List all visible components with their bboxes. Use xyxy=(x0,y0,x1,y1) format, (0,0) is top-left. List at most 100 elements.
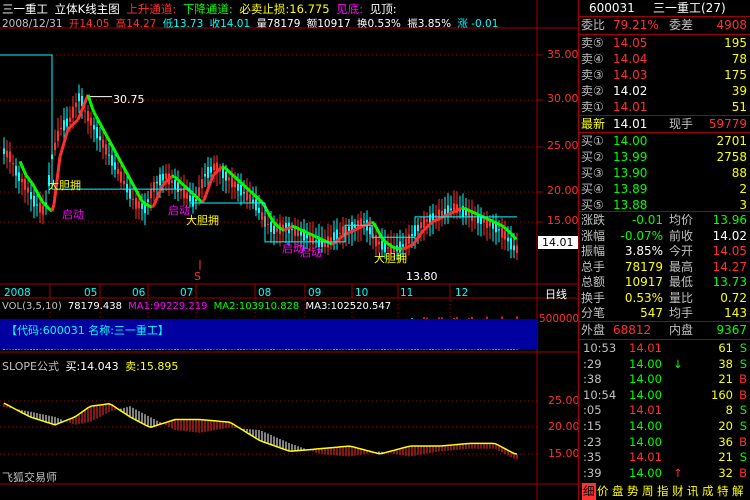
stat-label: 分笔 xyxy=(581,306,606,320)
stat-label: 总额 xyxy=(581,275,606,289)
candle-body xyxy=(129,188,131,199)
tick-price: 14.01 xyxy=(629,450,662,465)
footer-tab[interactable]: 讯 xyxy=(687,483,699,500)
moving-average-segment xyxy=(453,209,457,214)
moving-average-segment xyxy=(321,238,325,242)
watermark: 飞狐交易师 xyxy=(2,471,57,484)
moving-average-segment xyxy=(455,208,459,213)
sell-signal-marker: S xyxy=(194,270,201,283)
stat-row: 分笔 547 均手 143 xyxy=(579,305,750,321)
moving-average-segment xyxy=(487,217,491,222)
candle-body xyxy=(120,171,122,183)
sell-level-row[interactable]: 卖④ 14.04 78 xyxy=(579,51,750,67)
moving-average-segment xyxy=(18,160,24,167)
moving-average-segment xyxy=(28,179,34,185)
stat-label: 最低 xyxy=(669,275,694,289)
candle-body xyxy=(258,207,260,213)
sell-level-label: 卖② xyxy=(581,84,604,98)
date-12: 12 xyxy=(455,287,469,299)
candle-body xyxy=(255,199,257,211)
moving-average-segment xyxy=(147,203,151,208)
moving-average-segment xyxy=(72,120,78,125)
buy-level-row[interactable]: 买① 14.00 2701 xyxy=(579,133,750,149)
moving-average-segment xyxy=(477,213,481,217)
moving-average-segment xyxy=(471,210,475,215)
moving-average-segment xyxy=(374,226,380,232)
footer-tab[interactable]: 细 xyxy=(582,483,596,500)
sell-level-row[interactable]: 卖③ 14.03 175 xyxy=(579,67,750,83)
candle-body xyxy=(153,182,155,192)
candle-body xyxy=(75,102,77,107)
tick-volume: 32 xyxy=(718,465,733,480)
quote-code: 600031 xyxy=(589,1,635,15)
candle-body xyxy=(339,232,341,234)
buy-level-row[interactable]: 买③ 13.90 88 xyxy=(579,165,750,181)
buy-level-row[interactable]: 买④ 13.89 2 xyxy=(579,181,750,197)
moving-average-segment xyxy=(319,237,323,241)
moving-average-segment xyxy=(156,190,162,197)
moving-average-segment xyxy=(329,241,333,246)
stat-value: 0.72 xyxy=(720,290,747,305)
candle-body xyxy=(210,166,212,173)
candle-body xyxy=(201,179,203,189)
sell-level-row[interactable]: 卖① 14.01 51 xyxy=(579,99,750,115)
start-2: 启动 xyxy=(168,204,190,217)
buy-level-price: 13.99 xyxy=(613,150,648,164)
footer-tab[interactable]: 特 xyxy=(717,483,729,500)
footer-tab[interactable]: 盘 xyxy=(612,483,624,500)
buy-level-price: 13.89 xyxy=(613,182,648,196)
moving-average-segment xyxy=(222,165,228,170)
moving-average-segment xyxy=(336,237,342,242)
footer-tab[interactable]: 解 xyxy=(732,483,744,500)
date-08: 08 xyxy=(258,287,272,299)
start-1: 启动 xyxy=(62,208,84,221)
big-bet-2: 大胆拥 xyxy=(186,214,219,227)
candle-body xyxy=(402,244,404,247)
inner-value: 9367 xyxy=(716,323,747,337)
moving-average-segment xyxy=(202,194,208,201)
moving-average-segment xyxy=(178,180,184,185)
moving-average-segment xyxy=(353,228,357,232)
stat-value: 143 xyxy=(724,306,747,320)
buy-level-row[interactable]: 买② 13.99 2758 xyxy=(579,149,750,165)
footer-tab[interactable]: 财 xyxy=(672,483,684,500)
sell-level-volume: 175 xyxy=(724,68,747,82)
footer-tab[interactable]: 指 xyxy=(657,483,669,500)
footer-tab[interactable]: 势 xyxy=(627,483,639,500)
candle-body xyxy=(87,110,89,122)
moving-average-segment xyxy=(88,100,94,108)
peak-label: 30.75 xyxy=(113,93,145,106)
sell-level-row[interactable]: 卖② 14.02 39 xyxy=(579,83,750,99)
stat-row: 振幅 3.85% 今开 14.05 xyxy=(579,243,750,259)
chart-area[interactable]: 三一重工 立体K线主图 上升通道: 下降通道: 必卖止损:16.775 见底: … xyxy=(0,0,580,500)
candle-body xyxy=(150,189,152,199)
tick-side: B xyxy=(739,372,747,387)
moving-average-segment xyxy=(467,208,471,213)
moving-average-segment xyxy=(228,171,234,176)
moving-average-segment xyxy=(295,226,299,230)
moving-average-segment xyxy=(409,243,413,248)
footer-tab[interactable]: 周 xyxy=(642,483,654,500)
wei-cha-label: 委差 xyxy=(669,18,694,32)
price-axis-35: 35.00 xyxy=(547,48,579,61)
footer-tab[interactable]: 价 xyxy=(597,483,609,500)
moving-average-segment xyxy=(134,189,140,195)
last-value: 14.01 xyxy=(613,117,648,131)
moving-average-segment xyxy=(36,193,42,199)
footer-tab[interactable]: 成 xyxy=(702,483,714,500)
candle-body xyxy=(147,199,149,203)
current-price-tag: 14.01 xyxy=(538,236,578,249)
sell-level-row[interactable]: 卖⑤ 14.05 195 xyxy=(579,35,750,51)
candle-body xyxy=(114,162,116,170)
sell-level-price: 14.05 xyxy=(613,36,648,50)
candle-body xyxy=(72,106,74,118)
candle-body xyxy=(381,240,383,250)
period-label[interactable]: 日线 xyxy=(545,286,567,302)
candle-body xyxy=(195,199,197,202)
moving-average-segment xyxy=(126,174,132,180)
tick-time: :23 xyxy=(583,434,602,449)
candle-body xyxy=(261,212,263,220)
moving-average-segment xyxy=(124,170,130,176)
moving-average-segment xyxy=(58,149,64,158)
tick-price: 14.01 xyxy=(629,403,662,418)
